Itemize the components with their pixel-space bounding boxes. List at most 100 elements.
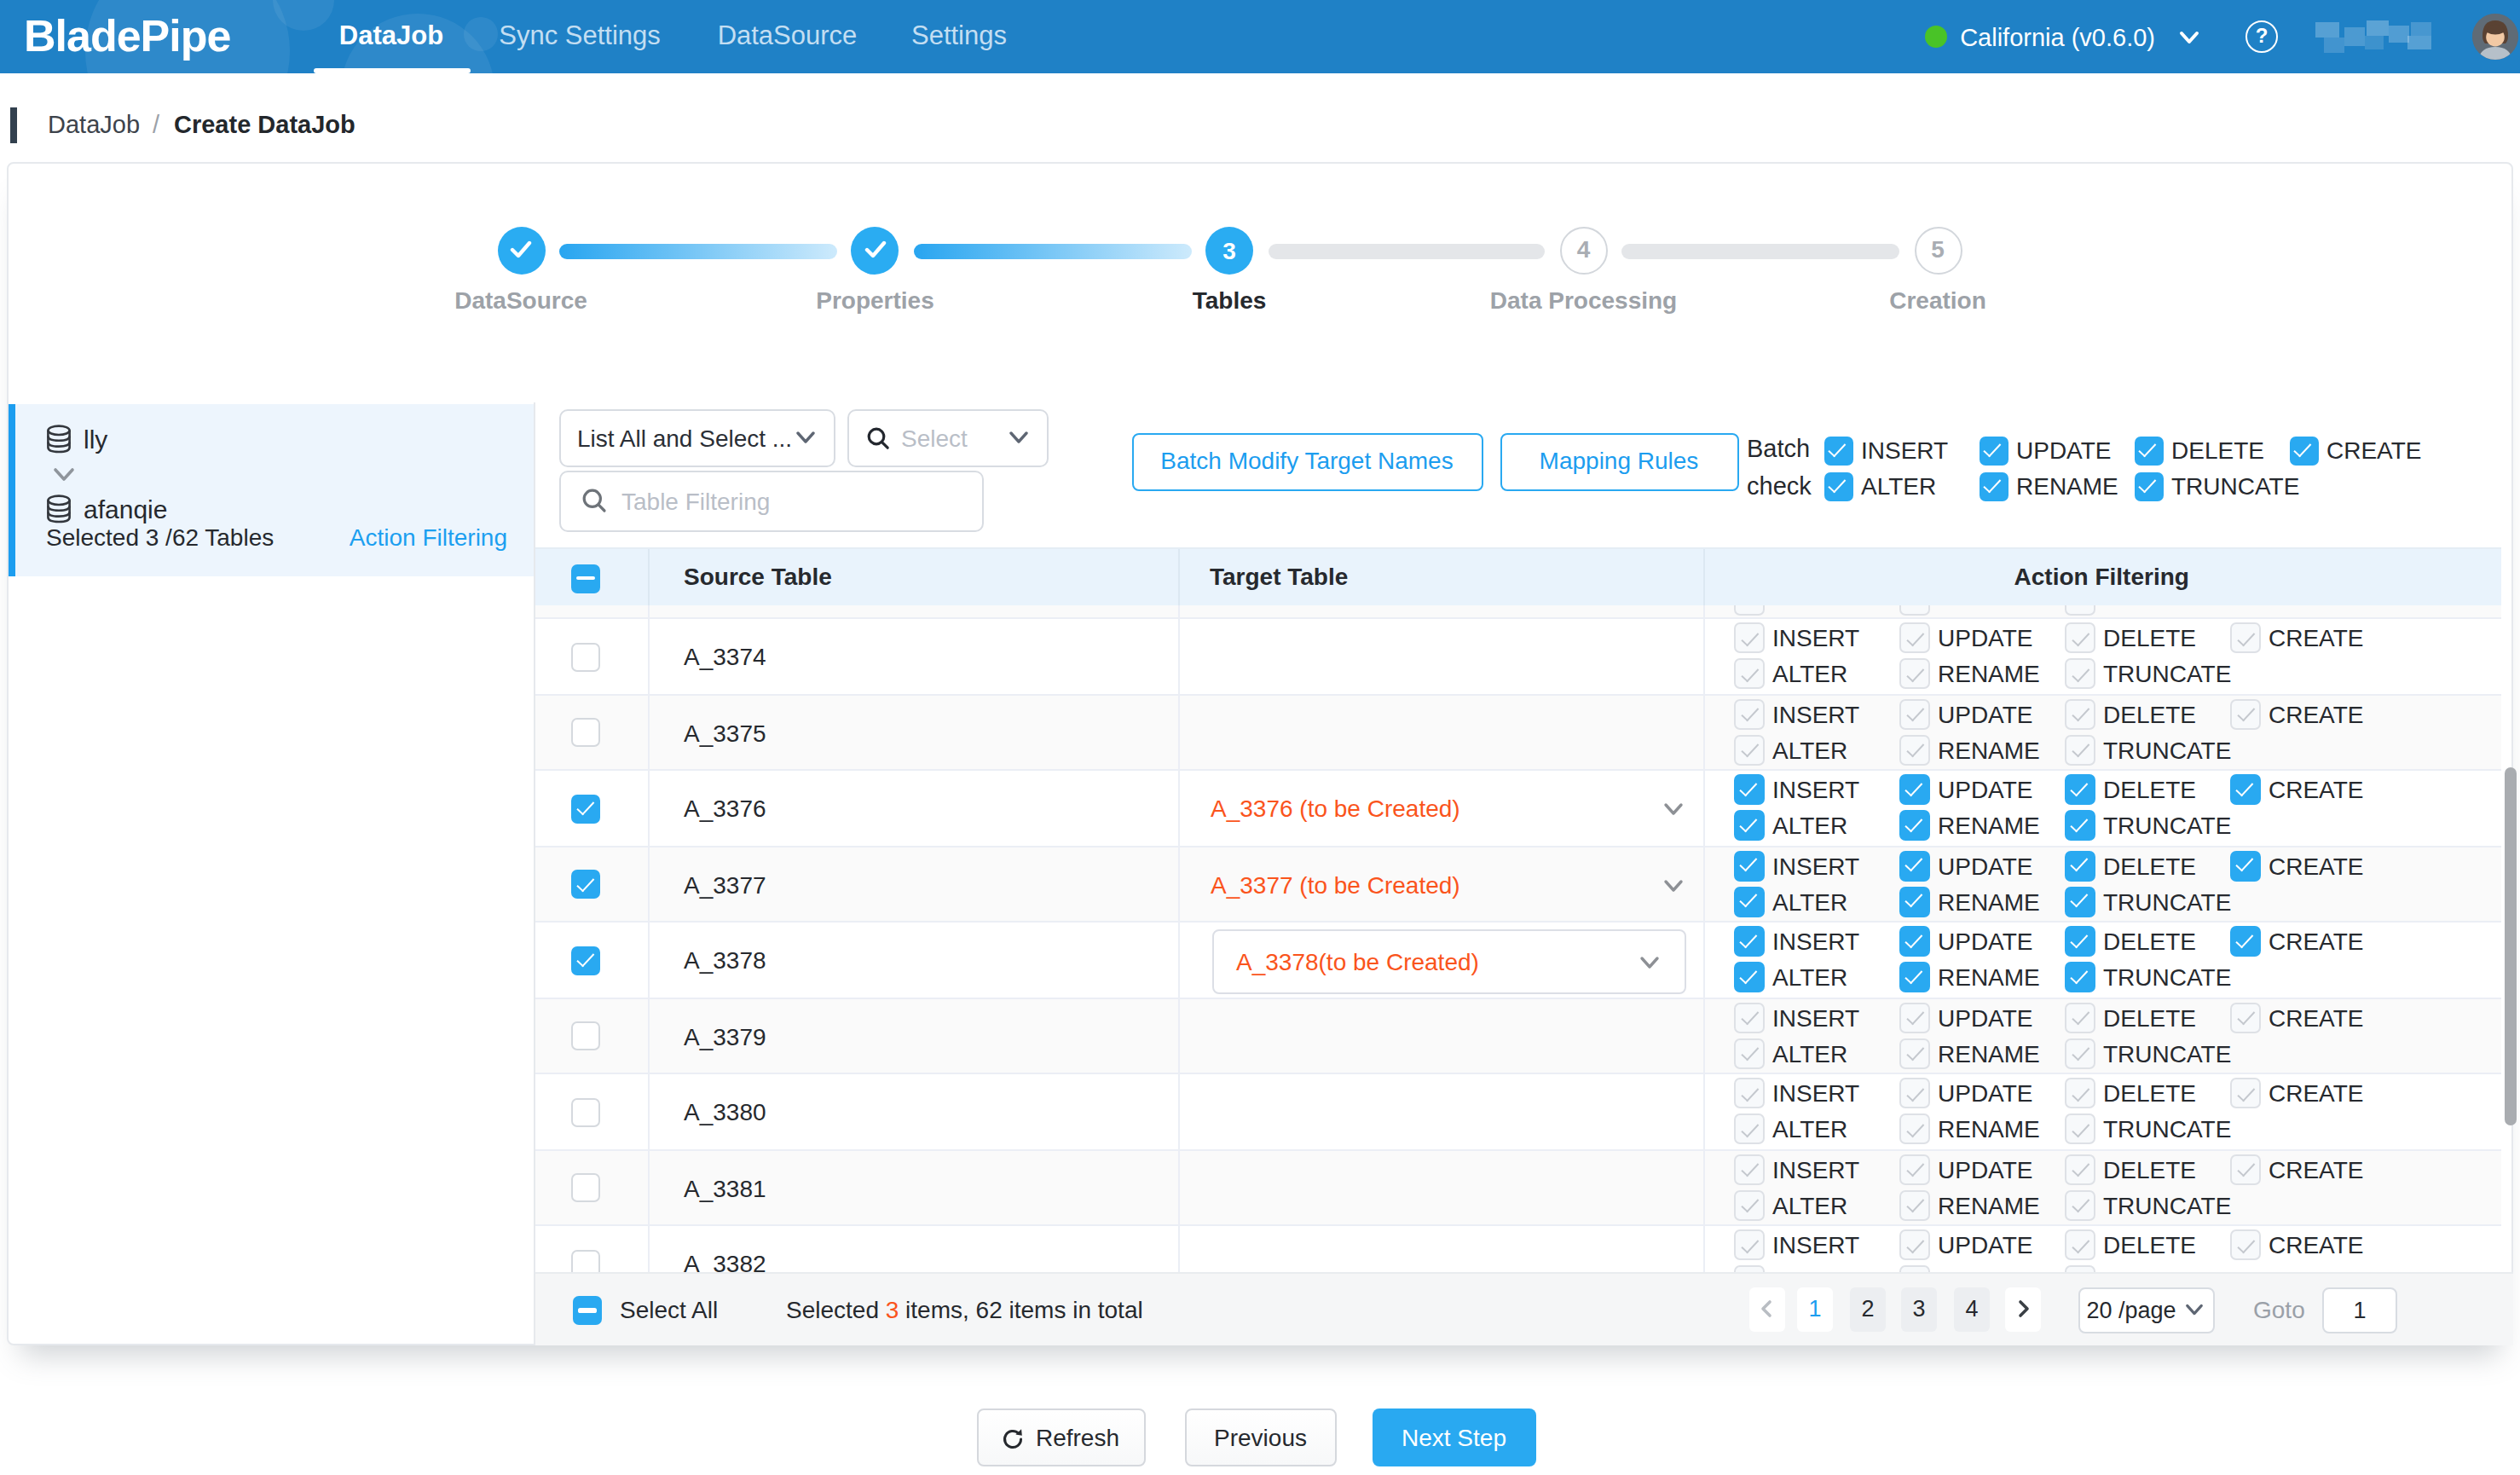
batch-modify-target-names-button[interactable]: Batch Modify Target Names (1131, 432, 1483, 490)
checkbox-update[interactable] (1979, 436, 2008, 465)
row-select-checkbox[interactable] (571, 1098, 600, 1127)
checkbox-insert[interactable] (1824, 436, 1852, 465)
action-checkbox-alter[interactable]: ALTER (1734, 810, 1847, 841)
row-select-checkbox[interactable] (571, 1250, 600, 1272)
batch-action-delete[interactable]: DELETE (2134, 436, 2289, 465)
action-checkbox-truncate[interactable]: TRUNCATE (2065, 810, 2231, 841)
action-checkbox-insert[interactable]: INSERT (1734, 774, 1859, 805)
checkbox-insert[interactable] (1734, 926, 1765, 957)
schema-select[interactable]: Select (847, 408, 1049, 466)
target-table-name[interactable]: A_3376 (to be Created) (1211, 771, 1460, 847)
environment-label[interactable]: California (v0.6.0) (1960, 23, 2155, 50)
batch-action-create[interactable]: CREATE (2289, 436, 2444, 465)
target-table-cell[interactable]: A_3378(to be Created) (1178, 923, 1702, 998)
action-checkbox-update[interactable]: UPDATE (1899, 926, 2033, 957)
chevron-down-icon[interactable] (1662, 798, 1684, 820)
checkbox-alter[interactable] (1734, 886, 1765, 917)
checkbox-create[interactable] (2230, 926, 2261, 957)
page-button-2[interactable]: 2 (1850, 1288, 1886, 1333)
action-checkbox-alter[interactable]: ALTER (1734, 886, 1847, 917)
checkbox-truncate[interactable] (2134, 471, 2163, 500)
select-all-checkbox[interactable] (573, 1296, 602, 1325)
checkbox-insert[interactable] (1734, 774, 1765, 805)
checkbox-create[interactable] (2289, 436, 2318, 465)
target-table-cell[interactable]: A_3377 (to be Created) (1178, 847, 1702, 923)
checkbox-rename[interactable] (1899, 962, 1930, 992)
checkbox-alter[interactable] (1734, 810, 1765, 841)
checkbox-alter[interactable] (1734, 962, 1765, 992)
chevron-down-icon[interactable] (1638, 951, 1660, 973)
action-checkbox-rename[interactable]: RENAME (1899, 810, 2040, 841)
chevron-down-icon[interactable] (2177, 25, 2201, 49)
row-select-checkbox[interactable] (571, 643, 600, 672)
page-button-4[interactable]: 4 (1954, 1288, 1990, 1333)
goto-page-input[interactable]: 1 (2322, 1287, 2397, 1333)
checkbox-create[interactable] (2230, 774, 2261, 805)
nav-item-datasource[interactable]: DataSource (690, 0, 885, 73)
batch-action-insert[interactable]: INSERT (1824, 436, 1979, 465)
app-logo[interactable]: BladePipe (24, 0, 230, 73)
action-checkbox-update[interactable]: UPDATE (1899, 774, 2033, 805)
step-circle-datasource[interactable] (497, 227, 545, 275)
row-select-checkbox[interactable] (571, 871, 600, 899)
checkbox-create[interactable] (2230, 850, 2261, 881)
action-checkbox-create[interactable]: CREATE (2230, 926, 2364, 957)
action-checkbox-create[interactable]: CREATE (2230, 850, 2364, 881)
source-database-item[interactable]: lly (46, 422, 107, 456)
target-table-select[interactable]: A_3378(to be Created) (1211, 928, 1685, 993)
checkbox-truncate[interactable] (2065, 886, 2095, 917)
select-page-checkbox[interactable] (571, 564, 600, 593)
action-filtering-link[interactable]: Action Filtering (350, 519, 507, 553)
mapping-rules-button[interactable]: Mapping Rules (1500, 432, 1738, 490)
nav-item-sync-settings[interactable]: Sync Settings (470, 0, 690, 73)
action-checkbox-alter[interactable]: ALTER (1734, 962, 1847, 992)
checkbox-alter[interactable] (1824, 471, 1852, 500)
step-circle-data-processing[interactable]: 4 (1560, 227, 1608, 275)
row-select-checkbox[interactable] (571, 1174, 600, 1203)
help-icon[interactable]: ? (2245, 20, 2278, 53)
checkbox-rename[interactable] (1899, 886, 1930, 917)
checkbox-rename[interactable] (1979, 471, 2008, 500)
row-select-checkbox[interactable] (571, 1022, 600, 1051)
action-checkbox-delete[interactable]: DELETE (2065, 926, 2196, 957)
vertical-scrollbar-thumb[interactable] (2505, 766, 2517, 1125)
action-checkbox-delete[interactable]: DELETE (2065, 774, 2196, 805)
checkbox-truncate[interactable] (2065, 810, 2095, 841)
checkbox-update[interactable] (1899, 926, 1930, 957)
checkbox-delete[interactable] (2134, 436, 2163, 465)
page-size-select[interactable]: 20 /page (2078, 1287, 2214, 1333)
batch-action-alter[interactable]: ALTER (1824, 471, 1979, 500)
table-filtering-input[interactable]: Table Filtering (558, 470, 984, 531)
checkbox-delete[interactable] (2065, 850, 2095, 881)
action-checkbox-insert[interactable]: INSERT (1734, 850, 1859, 881)
batch-action-rename[interactable]: RENAME (1979, 471, 2134, 500)
page-button-1[interactable]: 1 (1797, 1288, 1833, 1333)
checkbox-delete[interactable] (2065, 926, 2095, 957)
chevron-down-icon[interactable] (1662, 874, 1684, 896)
batch-action-update[interactable]: UPDATE (1979, 436, 2134, 465)
user-avatar[interactable] (2472, 14, 2518, 60)
batch-action-truncate[interactable]: TRUNCATE (2134, 471, 2289, 500)
breadcrumb-parent[interactable]: DataJob (48, 94, 140, 155)
prev-page-button[interactable] (1749, 1288, 1785, 1333)
list-mode-select[interactable]: List All and Select ... (558, 408, 835, 466)
target-table-name[interactable]: A_3378(to be Created) (1236, 930, 1479, 992)
checkbox-rename[interactable] (1899, 810, 1930, 841)
row-select-checkbox[interactable] (571, 795, 600, 824)
next-step-button[interactable]: Next Step (1373, 1408, 1535, 1466)
checkbox-update[interactable] (1899, 774, 1930, 805)
checkbox-update[interactable] (1899, 850, 1930, 881)
row-select-checkbox[interactable] (571, 719, 600, 748)
step-circle-creation[interactable]: 5 (1914, 227, 1962, 275)
action-checkbox-delete[interactable]: DELETE (2065, 850, 2196, 881)
action-checkbox-insert[interactable]: INSERT (1734, 926, 1859, 957)
nav-item-settings[interactable]: Settings (885, 0, 1033, 73)
action-checkbox-rename[interactable]: RENAME (1899, 962, 2040, 992)
checkbox-insert[interactable] (1734, 850, 1765, 881)
refresh-button[interactable]: Refresh (976, 1408, 1145, 1466)
checkbox-truncate[interactable] (2065, 962, 2095, 992)
target-table-name[interactable]: A_3377 (to be Created) (1211, 847, 1460, 923)
step-circle-tables[interactable]: 3 (1205, 227, 1253, 275)
checkbox-delete[interactable] (2065, 774, 2095, 805)
target-table-cell[interactable]: A_3376 (to be Created) (1178, 771, 1702, 847)
